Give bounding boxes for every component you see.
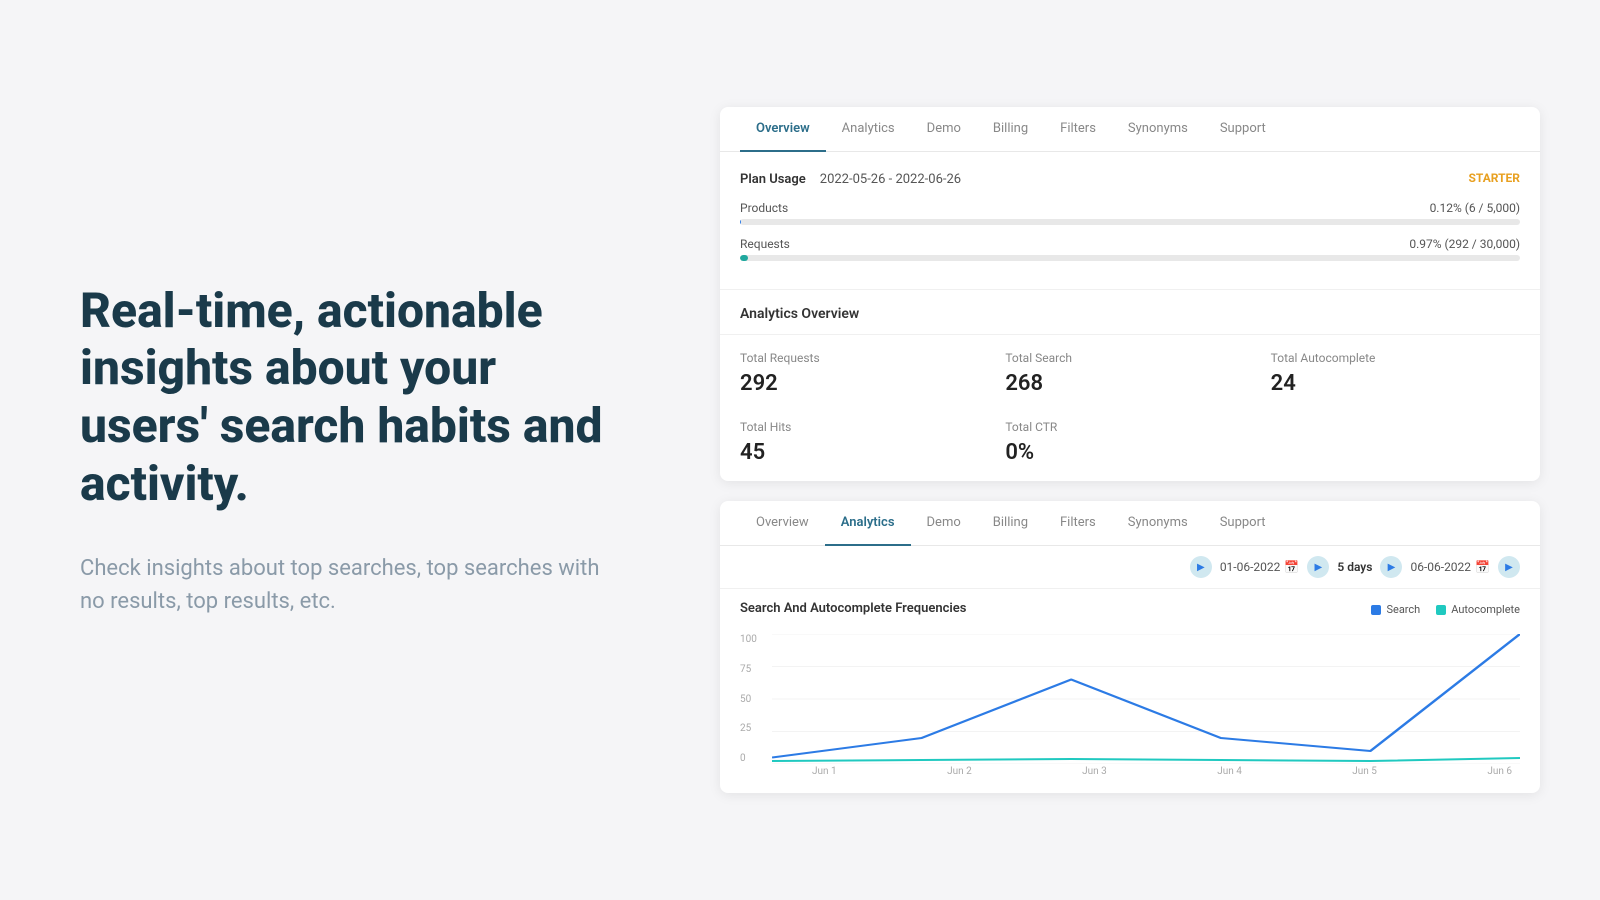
next-date-button[interactable]: ▶ bbox=[1498, 556, 1520, 578]
products-row: Products 0.12% (6 / 5,000) bbox=[740, 201, 1520, 225]
products-progress-fill bbox=[740, 219, 741, 225]
requests-label: Requests bbox=[740, 237, 790, 251]
right-panel: Overview Analytics Demo Billing Filters … bbox=[700, 67, 1600, 833]
x-label-jun1: Jun 1 bbox=[812, 766, 837, 777]
products-label: Products bbox=[740, 201, 788, 215]
tab-billing-2[interactable]: Billing bbox=[977, 501, 1044, 546]
total-requests-value: 292 bbox=[740, 371, 989, 396]
calendar-icon-to[interactable]: 📅 bbox=[1475, 560, 1490, 574]
tab-synonyms-1[interactable]: Synonyms bbox=[1112, 107, 1204, 152]
total-search-label: Total Search bbox=[1005, 351, 1254, 365]
calendar-icon-from[interactable]: 📅 bbox=[1284, 560, 1299, 574]
tab-billing-1[interactable]: Billing bbox=[977, 107, 1044, 152]
legend-autocomplete: Autocomplete bbox=[1436, 603, 1520, 616]
total-autocomplete-value: 24 bbox=[1271, 371, 1520, 396]
total-search-stat: Total Search 268 bbox=[1005, 351, 1254, 396]
y-label-100: 100 bbox=[740, 634, 757, 645]
autocomplete-line bbox=[772, 758, 1520, 761]
chart-section: Search And Autocomplete Frequencies Sear… bbox=[720, 589, 1540, 793]
stats-grid-top: Total Requests 292 Total Search 268 Tota… bbox=[720, 335, 1540, 412]
date-from: 01-06-2022 📅 bbox=[1220, 560, 1300, 574]
chart-title: Search And Autocomplete Frequencies bbox=[740, 601, 966, 616]
date-to: 06-06-2022 📅 bbox=[1410, 560, 1490, 574]
card2-nav-tabs: Overview Analytics Demo Billing Filters … bbox=[720, 501, 1540, 546]
plan-label: Plan Usage bbox=[740, 172, 806, 187]
requests-progress-track bbox=[740, 255, 1520, 261]
total-ctr-stat: Total CTR 0% bbox=[1005, 420, 1254, 465]
plan-date: 2022-05-26 - 2022-06-26 bbox=[820, 172, 961, 187]
plan-badge: STARTER bbox=[1469, 171, 1520, 185]
legend-dot-search bbox=[1371, 605, 1381, 615]
plan-title-group: Plan Usage 2022-05-26 - 2022-06-26 bbox=[740, 168, 961, 187]
products-value: 0.12% (6 / 5,000) bbox=[1430, 201, 1520, 215]
card-analytics-chart: Overview Analytics Demo Billing Filters … bbox=[720, 501, 1540, 793]
total-requests-stat: Total Requests 292 bbox=[740, 351, 989, 396]
total-hits-label: Total Hits bbox=[740, 420, 989, 434]
tab-synonyms-2[interactable]: Synonyms bbox=[1112, 501, 1204, 546]
x-label-jun4: Jun 4 bbox=[1217, 766, 1242, 777]
x-axis: Jun 1 Jun 2 Jun 3 Jun 4 Jun 5 Jun 6 bbox=[772, 764, 1520, 777]
legend-search: Search bbox=[1371, 603, 1420, 616]
analytics-overview-section: Analytics Overview Total Requests 292 To… bbox=[720, 289, 1540, 481]
legend-dot-autocomplete bbox=[1436, 605, 1446, 615]
next-from-button[interactable]: ▶ bbox=[1307, 556, 1329, 578]
card-plan-usage: Overview Analytics Demo Billing Filters … bbox=[720, 107, 1540, 481]
tab-support-1[interactable]: Support bbox=[1204, 107, 1282, 152]
products-progress-track bbox=[740, 219, 1520, 225]
tab-overview-1[interactable]: Overview bbox=[740, 107, 826, 152]
tab-filters-1[interactable]: Filters bbox=[1044, 107, 1112, 152]
y-label-0: 0 bbox=[740, 753, 757, 764]
prev-to-button[interactable]: ▶ bbox=[1380, 556, 1402, 578]
chart-svg bbox=[772, 634, 1520, 764]
prev-date-button[interactable]: ▶ bbox=[1190, 556, 1212, 578]
sub-text: Check insights about top searches, top s… bbox=[80, 552, 620, 618]
y-axis: 100 75 50 25 0 bbox=[740, 634, 757, 764]
tab-filters-2[interactable]: Filters bbox=[1044, 501, 1112, 546]
chart-controls: ▶ 01-06-2022 📅 ▶ 5 days ▶ 06-06-2022 📅 ▶ bbox=[720, 546, 1540, 589]
y-label-25: 25 bbox=[740, 723, 757, 734]
main-heading: Real-time, actionable insights about you… bbox=[80, 282, 620, 512]
x-label-jun5: Jun 5 bbox=[1352, 766, 1377, 777]
y-label-75: 75 bbox=[740, 664, 757, 675]
requests-value: 0.97% (292 / 30,000) bbox=[1409, 237, 1520, 251]
tab-demo-2[interactable]: Demo bbox=[911, 501, 977, 546]
card1-nav-tabs: Overview Analytics Demo Billing Filters … bbox=[720, 107, 1540, 152]
tab-analytics-2[interactable]: Analytics bbox=[825, 501, 911, 546]
chart-wrapper: 100 75 50 25 0 bbox=[740, 634, 1520, 777]
total-hits-value: 45 bbox=[740, 440, 989, 465]
chart-legend: Search Autocomplete bbox=[1371, 603, 1520, 616]
tab-overview-2[interactable]: Overview bbox=[740, 501, 825, 546]
total-autocomplete-label: Total Autocomplete bbox=[1271, 351, 1520, 365]
x-label-jun2: Jun 2 bbox=[947, 766, 972, 777]
total-hits-stat: Total Hits 45 bbox=[740, 420, 989, 465]
tab-support-2[interactable]: Support bbox=[1204, 501, 1282, 546]
plan-header: Plan Usage 2022-05-26 - 2022-06-26 START… bbox=[740, 168, 1520, 187]
left-panel: Real-time, actionable insights about you… bbox=[0, 202, 700, 698]
stats-grid-bottom: Total Hits 45 Total CTR 0% bbox=[720, 412, 1540, 481]
total-autocomplete-stat: Total Autocomplete 24 bbox=[1271, 351, 1520, 396]
tab-analytics-1[interactable]: Analytics bbox=[826, 107, 911, 152]
total-ctr-label: Total CTR bbox=[1005, 420, 1254, 434]
y-label-50: 50 bbox=[740, 694, 757, 705]
tab-demo-1[interactable]: Demo bbox=[911, 107, 977, 152]
days-range: 5 days bbox=[1337, 560, 1372, 574]
plan-usage-body: Plan Usage 2022-05-26 - 2022-06-26 START… bbox=[720, 152, 1540, 289]
requests-progress-fill bbox=[740, 255, 748, 261]
total-ctr-value: 0% bbox=[1005, 440, 1254, 465]
search-line bbox=[772, 634, 1520, 758]
analytics-overview-title: Analytics Overview bbox=[720, 290, 1540, 335]
x-label-jun6: Jun 6 bbox=[1487, 766, 1512, 777]
requests-row: Requests 0.97% (292 / 30,000) bbox=[740, 237, 1520, 261]
total-search-value: 268 bbox=[1005, 371, 1254, 396]
x-label-jun3: Jun 3 bbox=[1082, 766, 1107, 777]
total-requests-label: Total Requests bbox=[740, 351, 989, 365]
